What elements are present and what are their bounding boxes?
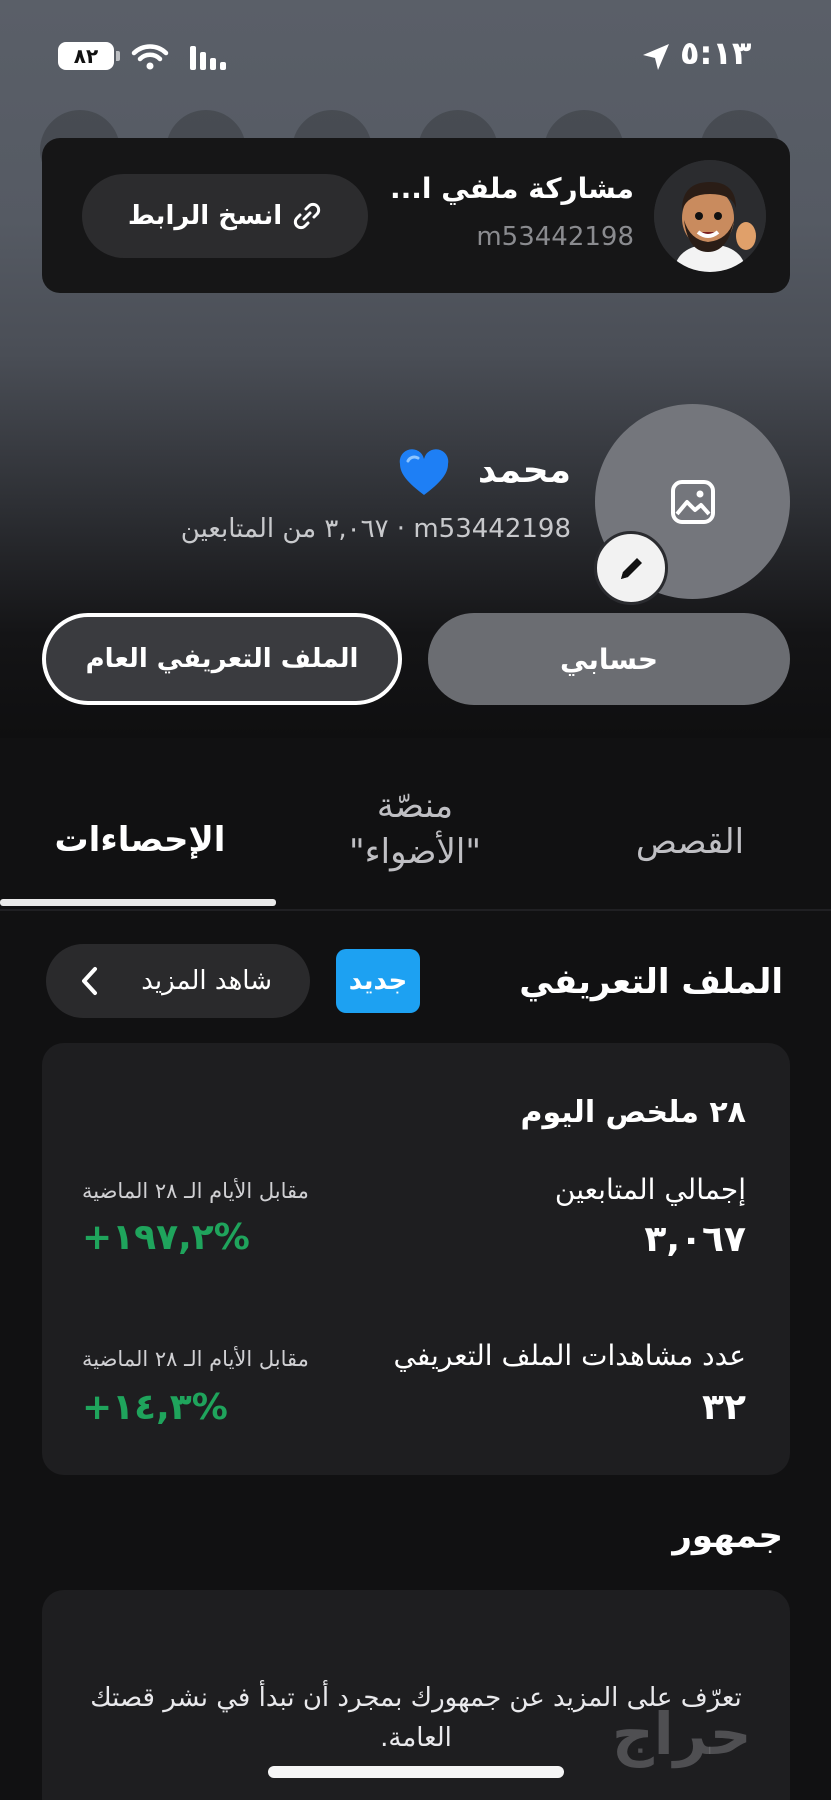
profile-views-label: عدد مشاهدات الملف التعريفي [393,1339,746,1372]
tab-stats[interactable]: الإحصاءات [40,818,240,864]
share-banner-username: m53442198 [476,222,634,252]
followers-compare-label: مقابل الأيام الـ ٢٨ الماضية [82,1179,309,1203]
pencil-icon [621,558,642,579]
new-badge: جديد [336,949,420,1013]
total-followers-value: ٣,٠٦٧ [644,1219,746,1260]
wifi-icon [131,44,169,70]
tab-spotlight[interactable]: منصّة "الأضواء" [310,784,520,876]
status-bar: ٨٢ ٥:١٣ [0,30,831,80]
tab-bar: الإحصاءات منصّة "الأضواء" القصص [0,740,831,910]
views-change-value: +١٤,٣% [82,1387,228,1428]
profile-display-name: محمد [477,450,571,491]
views-compare-label: مقابل الأيام الـ ٢٨ الماضية [82,1347,309,1371]
tab-divider [0,909,831,911]
copy-link-button[interactable]: انسخ الرابط [82,174,368,258]
profile-follower-summary: ٣,٠٦٧ من المتابعين · m53442198 [180,514,571,544]
see-more-button[interactable]: شاهد المزيد [46,944,310,1018]
copy-link-label: انسخ الرابط [127,201,283,231]
image-icon [671,480,715,524]
see-more-label: شاهد المزيد [141,966,272,996]
share-banner-title: مشاركة ملفي ا... [390,172,634,205]
summary-card: ٢٨ ملخص اليوم إجمالي المتابعين ٣,٠٦٧ مقا… [42,1043,790,1475]
watermark-logo: حراج [612,1700,754,1768]
blue-heart-icon [399,449,449,495]
tab-stories[interactable]: القصص [610,820,770,866]
total-followers-label: إجمالي المتابعين [554,1173,746,1206]
public-profile-button[interactable]: الملف التعريفي العام [42,613,402,705]
followers-change-value: +١٩٧,٢% [82,1217,250,1258]
tab-spotlight-line1: منصّة [376,786,454,826]
profile-views-value: ٣٢ [702,1387,746,1428]
tab-spotlight-line2: "الأضواء" [349,831,481,872]
home-indicator[interactable] [268,1766,564,1778]
clock: ٥:١٣ [680,34,752,72]
location-arrow-icon [643,44,669,70]
audience-section-title: جمهور [672,1516,783,1556]
share-profile-banner[interactable]: مشاركة ملفي ا... m53442198 انسخ الرابط [42,138,790,293]
link-icon [294,202,321,230]
active-tab-indicator [0,899,276,906]
chevron-left-icon [82,967,97,995]
profile-section-title: الملف التعريفي [519,962,783,1002]
my-account-button[interactable]: حسابي [428,613,790,705]
battery-indicator: ٨٢ [58,42,120,70]
summary-card-title: ٢٨ ملخص اليوم [520,1095,746,1130]
edit-photo-button[interactable] [594,531,668,605]
cellular-signal-icon [190,46,226,70]
bitmoji-avatar [654,160,766,272]
